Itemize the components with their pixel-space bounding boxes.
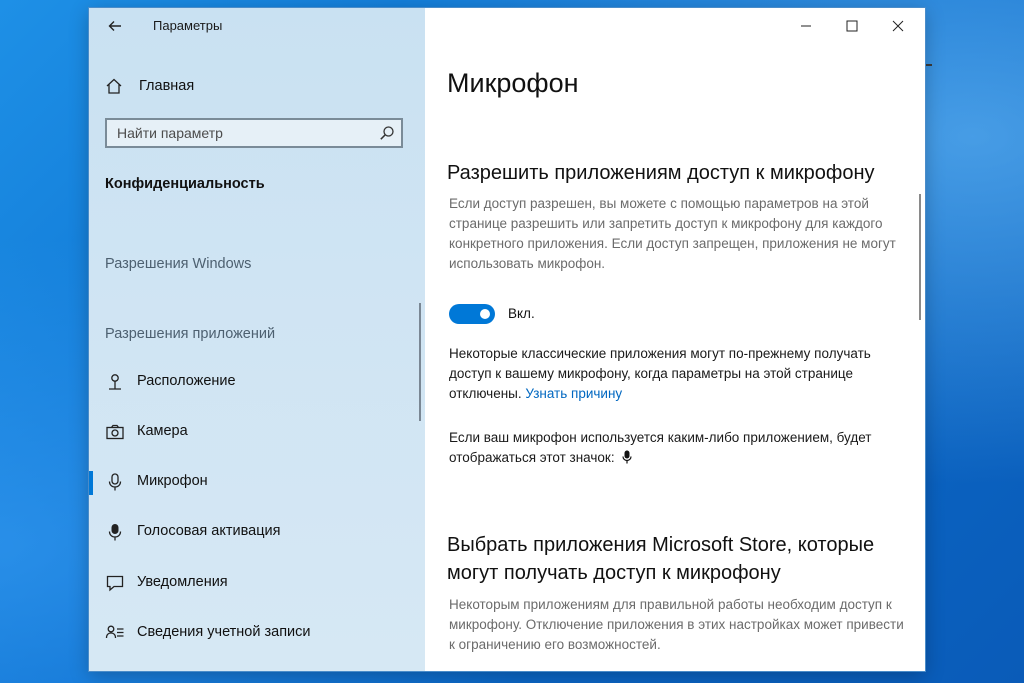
- page-title: Микрофон: [447, 68, 579, 98]
- sidebar-item-account-info[interactable]: Сведения учетной записи: [89, 615, 425, 651]
- maximize-icon: [846, 20, 858, 32]
- sidebar-item-label: Уведомления: [137, 574, 228, 590]
- sidebar-item-voice-activation[interactable]: Голосовая активация: [89, 514, 425, 550]
- toggle-label: Вкл.: [508, 306, 535, 321]
- group-label-windows: Разрешения Windows: [105, 256, 252, 272]
- section-title: Конфиденциальность: [105, 176, 265, 192]
- account-info-icon: [105, 625, 124, 639]
- settings-window: Параметры Главная Конфиденциальность Раз…: [89, 8, 925, 671]
- classic-apps-note: Некоторые классические приложения могут …: [449, 344, 909, 404]
- titlebar-left: Параметры: [89, 8, 425, 44]
- back-arrow-icon: [108, 21, 121, 31]
- allow-access-description: Если доступ разрешен, вы можете с помощь…: [449, 196, 896, 271]
- maximize-button[interactable]: [829, 8, 875, 44]
- microphone-icon: [108, 473, 122, 491]
- search-icon[interactable]: [379, 125, 395, 141]
- close-icon: [892, 20, 904, 32]
- back-button[interactable]: [101, 14, 129, 38]
- app-title: Параметры: [153, 18, 223, 33]
- sidebar-item-label: Расположение: [137, 373, 236, 389]
- store-apps-heading: Выбрать приложения Microsoft Store, кото…: [447, 534, 875, 584]
- camera-icon: [106, 424, 124, 440]
- sidebar-item-microphone[interactable]: Микрофон: [89, 464, 425, 500]
- microphone-access-toggle[interactable]: [449, 304, 495, 324]
- store-apps-description: Некоторым приложениям для правильной раб…: [449, 597, 904, 652]
- active-indicator: [89, 471, 93, 495]
- sidebar-scrollbar[interactable]: [419, 303, 421, 421]
- desktop-edge-mark: [926, 64, 932, 66]
- sidebar-item-label: Микрофон: [137, 473, 208, 489]
- toggle-knob: [480, 309, 490, 319]
- notifications-icon: [106, 575, 124, 592]
- close-button[interactable]: [875, 8, 921, 44]
- sidebar-item-label: Голосовая активация: [137, 523, 281, 539]
- mic-indicator-note: Если ваш микрофон используется каким-либ…: [449, 428, 909, 468]
- mic-indicator-text: Если ваш микрофон используется каким-либ…: [449, 430, 872, 465]
- microphone-indicator-icon: [622, 450, 632, 464]
- search-input[interactable]: [107, 120, 377, 146]
- minimize-button[interactable]: [783, 8, 829, 44]
- content-scrollbar[interactable]: [919, 194, 921, 320]
- sidebar: Параметры Главная Конфиденциальность Раз…: [89, 8, 425, 671]
- group-label-apps: Разрешения приложений: [105, 326, 276, 342]
- classic-apps-text: Некоторые классические приложения могут …: [449, 346, 871, 401]
- location-icon: [109, 374, 121, 390]
- learn-why-link[interactable]: Узнать причину: [525, 386, 622, 401]
- content-pane: Микрофон Разрешить приложениям доступ к …: [425, 8, 925, 671]
- search-box[interactable]: [105, 118, 403, 148]
- sidebar-item-camera[interactable]: Камера: [89, 414, 425, 450]
- sidebar-item-home[interactable]: Главная: [105, 74, 194, 98]
- voice-activation-icon: [108, 524, 122, 541]
- sidebar-item-notifications[interactable]: Уведомления: [89, 565, 425, 601]
- sidebar-item-label: Камера: [137, 423, 188, 439]
- sidebar-item-label: Сведения учетной записи: [137, 624, 311, 640]
- sidebar-item-location[interactable]: Расположение: [89, 364, 425, 400]
- home-icon: [106, 78, 122, 94]
- sidebar-item-home-label: Главная: [139, 78, 195, 94]
- allow-access-heading: Разрешить приложениям доступ к микрофону: [447, 162, 875, 184]
- minimize-icon: [801, 25, 811, 27]
